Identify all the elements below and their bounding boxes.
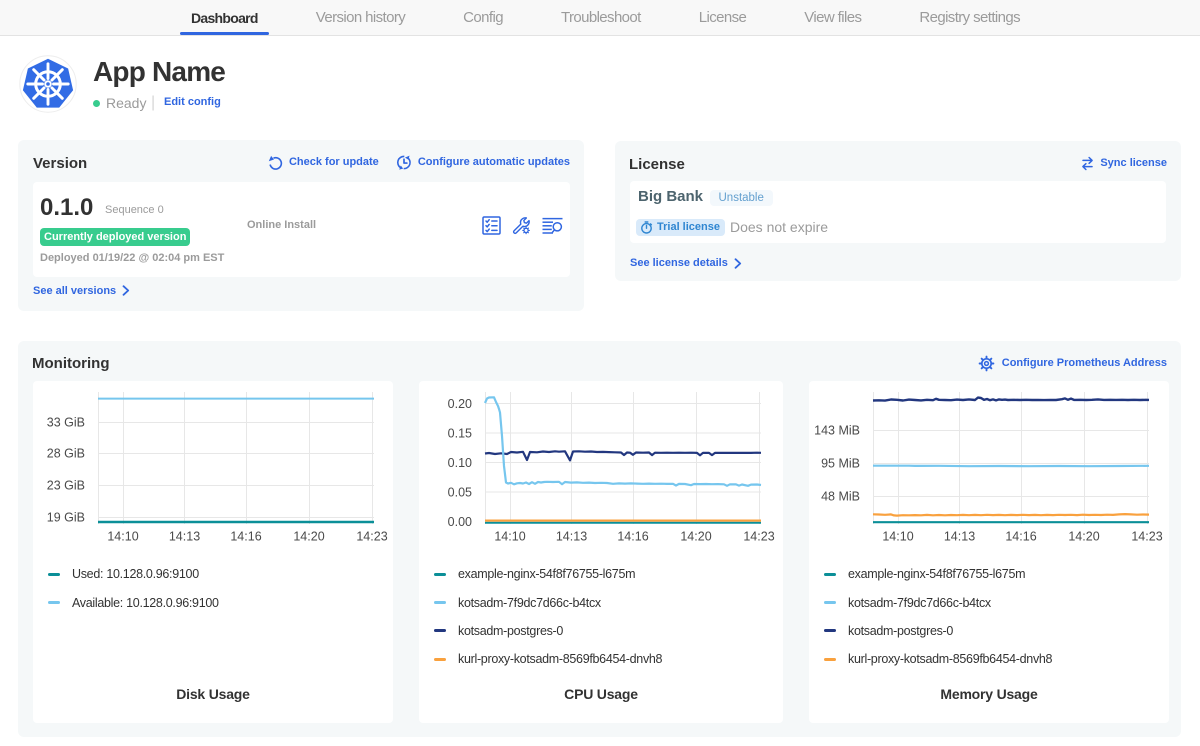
svg-text:28 GiB: 28 GiB [47, 447, 85, 461]
svg-text:0.05: 0.05 [448, 486, 472, 500]
svg-text:14:20: 14:20 [1068, 530, 1099, 544]
svg-text:23 GiB: 23 GiB [47, 479, 85, 493]
svg-text:95 MiB: 95 MiB [821, 457, 860, 471]
svg-text:19 GiB: 19 GiB [47, 511, 85, 525]
svg-text:14:10: 14:10 [494, 530, 525, 544]
svg-text:14:16: 14:16 [617, 530, 648, 544]
svg-text:33 GiB: 33 GiB [47, 416, 85, 430]
svg-text:14:16: 14:16 [230, 530, 261, 544]
svg-text:14:16: 14:16 [1005, 530, 1036, 544]
svg-text:14:10: 14:10 [107, 530, 138, 544]
svg-text:14:23: 14:23 [1131, 530, 1162, 544]
svg-text:0.10: 0.10 [448, 456, 472, 470]
svg-text:14:20: 14:20 [680, 530, 711, 544]
svg-text:143 MiB: 143 MiB [814, 424, 860, 438]
svg-text:0.15: 0.15 [448, 427, 472, 441]
svg-text:0.00: 0.00 [448, 515, 472, 529]
svg-text:14:23: 14:23 [356, 530, 387, 544]
svg-text:14:13: 14:13 [556, 530, 587, 544]
svg-text:14:10: 14:10 [882, 530, 913, 544]
svg-text:14:20: 14:20 [293, 530, 324, 544]
svg-text:14:23: 14:23 [743, 530, 774, 544]
svg-text:48 MiB: 48 MiB [821, 490, 860, 504]
svg-text:0.20: 0.20 [448, 397, 472, 411]
svg-text:14:13: 14:13 [944, 530, 975, 544]
svg-text:14:13: 14:13 [169, 530, 200, 544]
